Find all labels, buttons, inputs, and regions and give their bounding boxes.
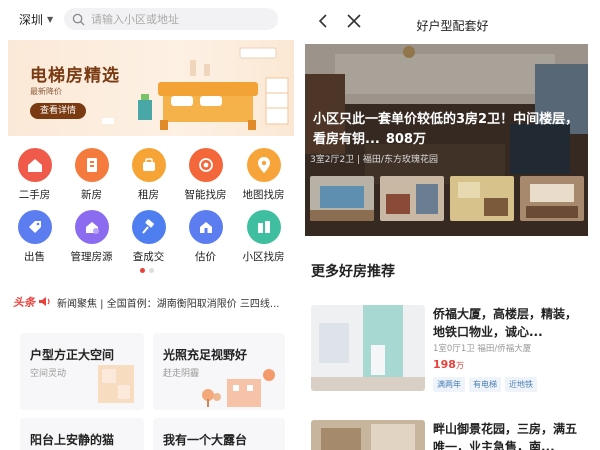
photo-thumbnail[interactable] — [520, 176, 584, 221]
card-title: 阳台上安静的猫 — [30, 433, 115, 447]
featured-listing[interactable]: 小区只此一套单价较低的3房2卫！中间楼层，看房有钥... 808万 3室2厅2卫 … — [305, 44, 588, 236]
photo-thumbnail[interactable] — [310, 176, 374, 221]
listing-photo — [311, 420, 425, 450]
map-pin-icon — [246, 148, 281, 182]
grid-item-rent[interactable]: 租房 — [119, 148, 178, 202]
valuation-icon — [188, 210, 223, 244]
bedroom-illustration — [102, 47, 289, 130]
city-label: 深圳 — [19, 13, 44, 27]
target-icon — [188, 148, 223, 182]
home-screen: 深圳 ▼ 请输入小区或地址 电梯房精选 最新降价 查看详情 二手房 新房 租房 … — [0, 0, 295, 450]
speaker-icon — [39, 297, 50, 306]
headline-text: 新闻聚焦 | 全国首例：湖南衡阳取消限价 三四线... — [57, 299, 280, 310]
listing-card[interactable]: 畔山御景花园，三房，满五唯一，业主急售，南... — [311, 420, 594, 450]
grid-label: 二手房 — [18, 189, 51, 201]
grid-item-deals[interactable]: 查成交 — [119, 210, 178, 264]
grid-label: 出售 — [24, 251, 45, 263]
city-selector[interactable]: 深圳 ▼ — [19, 11, 53, 28]
grid-label: 小区找房 — [242, 251, 285, 263]
headline-ticker[interactable]: 头条 新闻聚焦 | 全国首例：湖南衡阳取消限价 三四线... — [0, 290, 295, 312]
gavel-icon — [131, 210, 166, 244]
top-bar: 深圳 ▼ 请输入小区或地址 — [0, 0, 295, 38]
listing-price: 198万 — [433, 358, 464, 371]
chevron-down-icon: ▼ — [47, 15, 54, 24]
listing-title: 畔山御景花园，三房，满五唯一，业主急售，南... — [433, 422, 578, 450]
listing-tag: 满两年 — [433, 377, 465, 392]
photo-thumbnail[interactable] — [380, 176, 444, 221]
promo-banner[interactable]: 电梯房精选 最新降价 查看详情 — [8, 40, 294, 136]
grid-label: 地图找房 — [242, 189, 285, 201]
listing-tags: 满两年 有电梯 近地铁 — [433, 377, 537, 392]
grid-label: 查成交 — [132, 251, 165, 263]
grid-label: 管理房源 — [70, 251, 113, 263]
featured-price: 808万 — [385, 132, 426, 147]
topic-card-layout[interactable]: 户型方正大空间 空间灵动 — [20, 333, 144, 410]
headline-tag: 头条 — [13, 296, 35, 309]
grid-item-new-house[interactable]: 新房 — [62, 148, 121, 202]
section-title: 更多好房推荐 — [311, 264, 395, 280]
photo-thumbnail[interactable] — [450, 176, 514, 221]
card-title: 我有一个大露台 — [163, 433, 248, 447]
nav-bar: 好户型配套好 — [305, 0, 600, 40]
price-tag-icon — [17, 210, 52, 244]
grid-item-valuation[interactable]: 估价 — [176, 210, 235, 264]
grid-label: 估价 — [195, 251, 216, 263]
manage-house-icon — [74, 210, 109, 244]
carousel-dots — [140, 268, 154, 273]
floorplan-illustration — [98, 365, 134, 403]
listing-title: 侨福大厦，高楼层，精装，地铁口物业，诚心... — [433, 307, 578, 339]
grid-item-smart-search[interactable]: 智能找房 — [176, 148, 235, 202]
grid-item-map-search[interactable]: 地图找房 — [234, 148, 293, 202]
search-placeholder: 请输入小区或地址 — [91, 13, 179, 26]
featured-meta: 3室2厅2卫 | 福田/东方玫瑰花园 — [310, 155, 438, 165]
grid-item-second-hand[interactable]: 二手房 — [5, 148, 64, 202]
grid-label: 智能找房 — [184, 189, 227, 201]
grid-item-manage[interactable]: 管理房源 — [62, 210, 121, 264]
carousel-dot — [149, 268, 154, 273]
photo-strip — [310, 176, 584, 221]
community-icon — [246, 210, 281, 244]
grid-item-community[interactable]: 小区找房 — [234, 210, 293, 264]
key-bag-icon — [131, 148, 166, 182]
topic-card-sunlight[interactable]: 光照充足视野好 赶走阴霾 — [153, 333, 285, 410]
listing-tag: 近地铁 — [505, 377, 537, 392]
grid-item-sell[interactable]: 出售 — [5, 210, 64, 264]
listing-tag: 有电梯 — [469, 377, 501, 392]
carousel-dot-active — [140, 268, 145, 273]
topic-card-terrace[interactable]: 我有一个大露台 — [153, 418, 285, 450]
search-input[interactable]: 请输入小区或地址 — [64, 8, 278, 30]
listing-meta: 1室0厅1卫 福田/侨福大厦 — [433, 344, 532, 354]
grid-label: 新房 — [81, 189, 102, 201]
house-icon — [17, 148, 52, 182]
featured-headline: 小区只此一套单价较低的3房2卫！中间楼层，看房有钥... 808万 — [313, 112, 579, 147]
building-icon — [74, 148, 109, 182]
topic-card-balcony-cat[interactable]: 阳台上安静的猫 — [20, 418, 144, 450]
sunlight-illustration — [202, 369, 275, 407]
search-icon — [72, 13, 85, 26]
topic-detail-screen: 好户型配套好 小区只此一套单价较低的3房2卫！中间楼层，看房有钥... 808万 … — [305, 0, 600, 450]
listing-card[interactable]: 侨福大厦，高楼层，精装，地铁口物业，诚心... 1室0厅1卫 福田/侨福大厦 1… — [311, 305, 594, 393]
listing-photo — [311, 305, 425, 391]
page-title: 好户型配套好 — [416, 19, 489, 33]
grid-label: 租房 — [138, 189, 159, 201]
